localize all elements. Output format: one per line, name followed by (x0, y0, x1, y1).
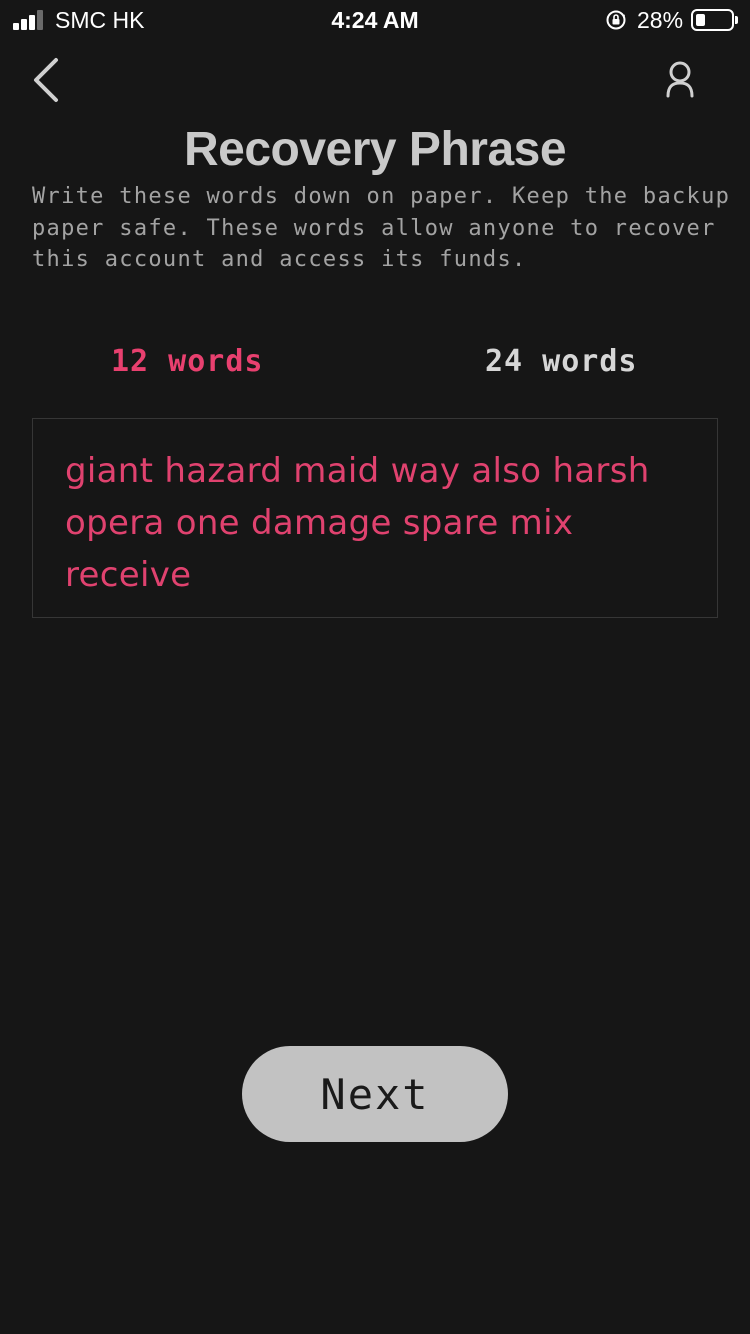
orientation-lock-icon (606, 10, 626, 30)
tab-12-words[interactable]: 12 words (111, 344, 264, 379)
battery-percent: 28% (637, 7, 684, 33)
next-button[interactable]: Next (242, 1046, 508, 1142)
battery-icon (691, 9, 734, 31)
page-title: Recovery Phrase (183, 123, 567, 176)
next-button-label: Next (320, 1069, 430, 1119)
tab-24-words[interactable]: 24 words (485, 344, 638, 379)
profile-button[interactable] (656, 56, 704, 104)
page-description: Write these words down on paper. Keep th… (32, 184, 731, 272)
battery-tip (735, 16, 738, 24)
recovery-phrase-box: giant hazard maid way also harsh opera o… (32, 418, 718, 618)
back-button[interactable] (24, 54, 72, 106)
recovery-phrase-text: giant hazard maid way also harsh opera o… (65, 451, 650, 595)
user-icon (666, 61, 694, 98)
status-bar: SMC HK 4:24 AM 28% (0, 0, 750, 40)
chevron-left-icon (34, 58, 58, 102)
